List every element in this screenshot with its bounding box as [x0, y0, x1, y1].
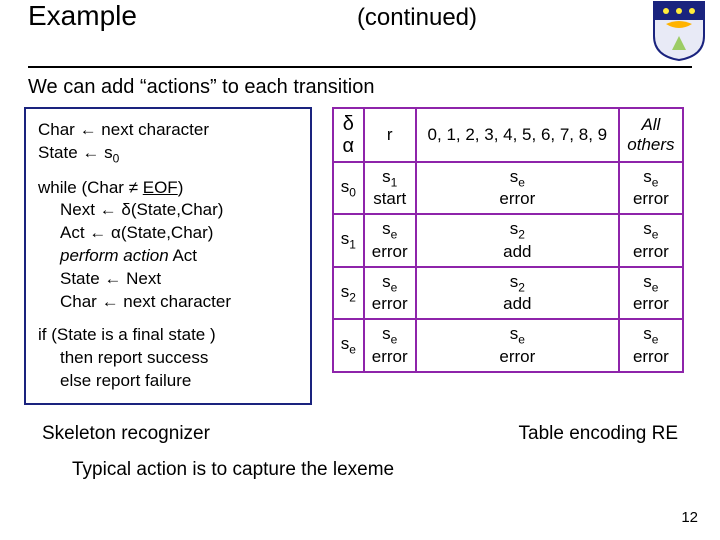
state-cell: s1	[333, 214, 364, 266]
algo-line: if (State is a final state )	[38, 325, 216, 344]
algorithm-box: Char ← next character State ← s0 while (…	[24, 107, 312, 405]
title-right: (continued)	[357, 4, 477, 32]
algo-line: then report success	[38, 347, 298, 370]
caption-right: Table encoding RE	[519, 423, 679, 445]
algo-line: State ← Next	[38, 268, 298, 291]
header: Example (continued)	[0, 0, 720, 62]
algo-line: perform action Act	[38, 245, 298, 268]
table-row: se seerror seerror seerror	[333, 319, 683, 371]
cell: seerror	[416, 319, 619, 371]
cell: s1start	[364, 162, 416, 214]
algo-line: while (Char ≠	[38, 178, 143, 197]
state-cell: se	[333, 319, 364, 371]
algo-line: Act ← α(State,Char)	[38, 222, 298, 245]
subtitle: We can add “actions” to each transition	[0, 76, 720, 107]
table-header-row: δα r 0, 1, 2, 3, 4, 5, 6, 7, 8, 9 Alloth…	[333, 108, 683, 162]
algo-line: else report failure	[38, 370, 298, 393]
cell: seerror	[416, 162, 619, 214]
table-row: s1 seerror s2add seerror	[333, 214, 683, 266]
algo-line: Next ← δ(State,Char)	[38, 199, 298, 222]
divider	[28, 66, 692, 68]
crest-icon	[652, 0, 706, 62]
table-row: s0 s1start seerror seerror	[333, 162, 683, 214]
caption-left: Skeleton recognizer	[42, 423, 210, 445]
table-row: s2 seerror s2add seerror	[333, 267, 683, 319]
cell: seerror	[619, 214, 683, 266]
footer-note: Typical action is to capture the lexeme	[0, 445, 720, 481]
algo-line: )	[178, 178, 184, 197]
cell: seerror	[364, 319, 416, 371]
eof-token: EOF	[143, 178, 178, 197]
cell: s2add	[416, 267, 619, 319]
col-header: 0, 1, 2, 3, 4, 5, 6, 7, 8, 9	[416, 108, 619, 162]
encoding-table-wrap: δα r 0, 1, 2, 3, 4, 5, 6, 7, 8, 9 Alloth…	[332, 107, 684, 373]
page-number: 12	[681, 509, 698, 526]
encoding-table: δα r 0, 1, 2, 3, 4, 5, 6, 7, 8, 9 Alloth…	[332, 107, 684, 373]
cell: s2add	[416, 214, 619, 266]
algo-line: Char ← next character	[38, 291, 298, 314]
delta-alpha-header: δα	[333, 108, 364, 162]
cell: seerror	[619, 319, 683, 371]
cell: seerror	[364, 214, 416, 266]
title-left: Example	[28, 0, 137, 32]
subscript: 0	[113, 151, 120, 165]
col-header: r	[364, 108, 416, 162]
algo-line: Char ← next character	[38, 120, 209, 139]
cell: seerror	[619, 267, 683, 319]
cell: seerror	[619, 162, 683, 214]
col-header: Allothers	[619, 108, 683, 162]
state-cell: s0	[333, 162, 364, 214]
state-cell: s2	[333, 267, 364, 319]
captions: Skeleton recognizer Table encoding RE	[0, 405, 720, 445]
cell: seerror	[364, 267, 416, 319]
algo-line: State ← s	[38, 143, 113, 162]
